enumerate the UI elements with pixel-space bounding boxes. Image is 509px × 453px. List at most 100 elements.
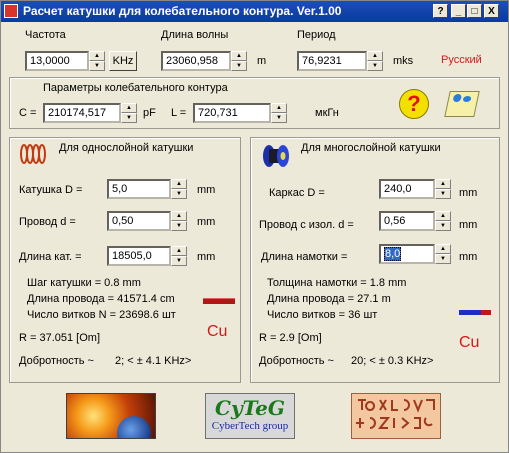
single-diameter-label: Катушка D = bbox=[19, 184, 83, 196]
single-q-label: Добротность ~ bbox=[19, 355, 94, 367]
help-button[interactable]: ? bbox=[433, 4, 448, 18]
c-unit: pF bbox=[143, 107, 156, 119]
spin-up-icon[interactable]: ▲ bbox=[171, 246, 187, 256]
sun-earth-image[interactable] bbox=[66, 393, 156, 439]
spin-up-icon[interactable]: ▲ bbox=[435, 179, 451, 189]
minimize-button[interactable]: _ bbox=[451, 4, 466, 18]
c-spinner[interactable]: 210174,517 ▲ ▼ bbox=[43, 103, 137, 123]
c-input[interactable]: 210174,517 bbox=[43, 103, 121, 123]
spin-down-icon[interactable]: ▼ bbox=[231, 61, 247, 71]
multi-layer-title: Для многослойной катушки bbox=[301, 142, 441, 154]
single-wire-input[interactable]: 0,50 bbox=[107, 211, 171, 231]
single-q-value: 2; < ± 4.1 KHz> bbox=[115, 355, 192, 367]
c-label: C = bbox=[19, 107, 37, 119]
frequency-label: Частота bbox=[25, 29, 66, 41]
spin-down-icon[interactable]: ▼ bbox=[171, 221, 187, 231]
frequency-input[interactable]: 13,0000 bbox=[25, 51, 89, 71]
bobbin-icon bbox=[261, 143, 291, 169]
spin-up-icon[interactable]: ▲ bbox=[367, 51, 383, 61]
multi-resistance: R = 2.9 [Om] bbox=[259, 332, 322, 344]
spin-down-icon[interactable]: ▼ bbox=[435, 254, 451, 264]
spin-down-icon[interactable]: ▼ bbox=[271, 113, 287, 123]
spin-down-icon[interactable]: ▼ bbox=[367, 61, 383, 71]
multi-wire-input[interactable]: 0,56 bbox=[379, 211, 435, 231]
title-bar[interactable]: Расчет катушки для колебательного контур… bbox=[1, 1, 508, 22]
multi-frame-spinner[interactable]: 240,0 ▲ ▼ bbox=[379, 179, 451, 199]
wavelength-label: Длина волны bbox=[161, 29, 229, 41]
main-window: Расчет катушки для колебательного контур… bbox=[0, 0, 509, 453]
multi-winding-input[interactable]: 8,0 bbox=[379, 244, 435, 264]
multi-wire-unit: mm bbox=[459, 219, 478, 231]
coil-icon bbox=[19, 143, 49, 165]
spin-down-icon[interactable]: ▼ bbox=[435, 189, 451, 199]
cyteg-logo-subtitle: CyberTech group bbox=[211, 420, 289, 432]
wavelength-input[interactable]: 23060,958 bbox=[161, 51, 231, 71]
single-diameter-input[interactable]: 5,0 bbox=[107, 179, 171, 199]
l-label: L = bbox=[171, 107, 187, 119]
cyteg-logo-title: CyTeG bbox=[215, 396, 285, 420]
multi-frame-input[interactable]: 240,0 bbox=[379, 179, 435, 199]
ancient-script-image[interactable] bbox=[351, 393, 441, 439]
wavelength-unit: m bbox=[257, 55, 267, 67]
close-button[interactable]: X bbox=[484, 4, 499, 18]
cyteg-logo[interactable]: CyTeG CyberTech group bbox=[205, 393, 295, 439]
multi-winding-spinner[interactable]: 8,0 ▲ ▼ bbox=[379, 244, 451, 264]
period-unit: mks bbox=[393, 55, 414, 67]
spin-down-icon[interactable]: ▼ bbox=[171, 256, 187, 266]
multi-winding-value[interactable]: 8,0 bbox=[384, 247, 402, 261]
single-length-label: Длина кат. = bbox=[19, 251, 82, 263]
wire-icon bbox=[203, 298, 235, 304]
maximize-button[interactable]: □ bbox=[467, 4, 482, 18]
wavelength-spinner[interactable]: 23060,958 ▲ ▼ bbox=[161, 51, 247, 71]
spin-up-icon[interactable]: ▲ bbox=[171, 179, 187, 189]
multi-q-value: 20; < ± 0.3 KHz> bbox=[351, 355, 434, 367]
single-wire-unit: mm bbox=[197, 216, 216, 228]
spin-up-icon[interactable]: ▲ bbox=[271, 103, 287, 113]
spin-down-icon[interactable]: ▼ bbox=[89, 61, 105, 71]
help-icon[interactable]: ? bbox=[399, 89, 429, 119]
frequency-spinner[interactable]: 13,0000 ▲ ▼ bbox=[25, 51, 105, 71]
circuit-params-title: Параметры колебательного контура bbox=[43, 82, 228, 94]
single-length-input[interactable]: 18505,0 bbox=[107, 246, 171, 266]
spin-up-icon[interactable]: ▲ bbox=[435, 244, 451, 254]
spin-down-icon[interactable]: ▼ bbox=[121, 113, 137, 123]
multi-wire-length: Длина провода = 27.1 m bbox=[267, 293, 391, 305]
spin-up-icon[interactable]: ▲ bbox=[121, 103, 137, 113]
multi-frame-label: Каркас D = bbox=[269, 187, 325, 199]
single-wire-label: Провод d = bbox=[19, 216, 76, 228]
spin-up-icon[interactable]: ▲ bbox=[89, 51, 105, 61]
single-turns: Число витков N = 23698.6 шт bbox=[27, 309, 176, 321]
spin-up-icon[interactable]: ▲ bbox=[171, 211, 187, 221]
single-cu-label: Cu bbox=[207, 323, 228, 340]
period-input[interactable]: 76,9231 bbox=[297, 51, 367, 71]
period-label: Период bbox=[297, 29, 336, 41]
multi-wire-spinner[interactable]: 0,56 ▲ ▼ bbox=[379, 211, 451, 231]
multi-q-label: Добротность ~ bbox=[259, 355, 334, 367]
single-diameter-spinner[interactable]: 5,0 ▲ ▼ bbox=[107, 179, 187, 199]
multi-thickness: Толщина намотки = 1.8 mm bbox=[267, 277, 407, 289]
single-diameter-unit: mm bbox=[197, 184, 216, 196]
app-icon bbox=[4, 4, 18, 18]
l-unit: мкГн bbox=[315, 107, 339, 119]
l-input[interactable]: 720,731 bbox=[193, 103, 271, 123]
spin-up-icon[interactable]: ▲ bbox=[231, 51, 247, 61]
single-pitch: Шаг катушки = 0.8 mm bbox=[27, 277, 141, 289]
period-spinner[interactable]: 76,9231 ▲ ▼ bbox=[297, 51, 383, 71]
l-spinner[interactable]: 720,731 ▲ ▼ bbox=[193, 103, 287, 123]
spin-down-icon[interactable]: ▼ bbox=[435, 221, 451, 231]
multi-winding-unit: mm bbox=[459, 251, 478, 263]
single-wire-spinner[interactable]: 0,50 ▲ ▼ bbox=[107, 211, 187, 231]
notes-icon[interactable] bbox=[444, 91, 480, 117]
window-title: Расчет катушки для колебательного контур… bbox=[23, 4, 342, 18]
single-layer-title: Для однослойной катушки bbox=[59, 142, 194, 154]
single-length-unit: mm bbox=[197, 251, 216, 263]
multi-frame-unit: mm bbox=[459, 187, 478, 199]
spin-up-icon[interactable]: ▲ bbox=[435, 211, 451, 221]
single-length-spinner[interactable]: 18505,0 ▲ ▼ bbox=[107, 246, 187, 266]
spin-down-icon[interactable]: ▼ bbox=[171, 189, 187, 199]
frequency-unit-button[interactable]: KHz bbox=[109, 51, 137, 71]
language-link[interactable]: Русский bbox=[441, 54, 482, 66]
multi-winding-label: Длина намотки = bbox=[261, 251, 348, 263]
multi-cu-label: Cu bbox=[459, 334, 480, 351]
single-wire-length: Длина провода = 41571.4 cm bbox=[27, 293, 175, 305]
